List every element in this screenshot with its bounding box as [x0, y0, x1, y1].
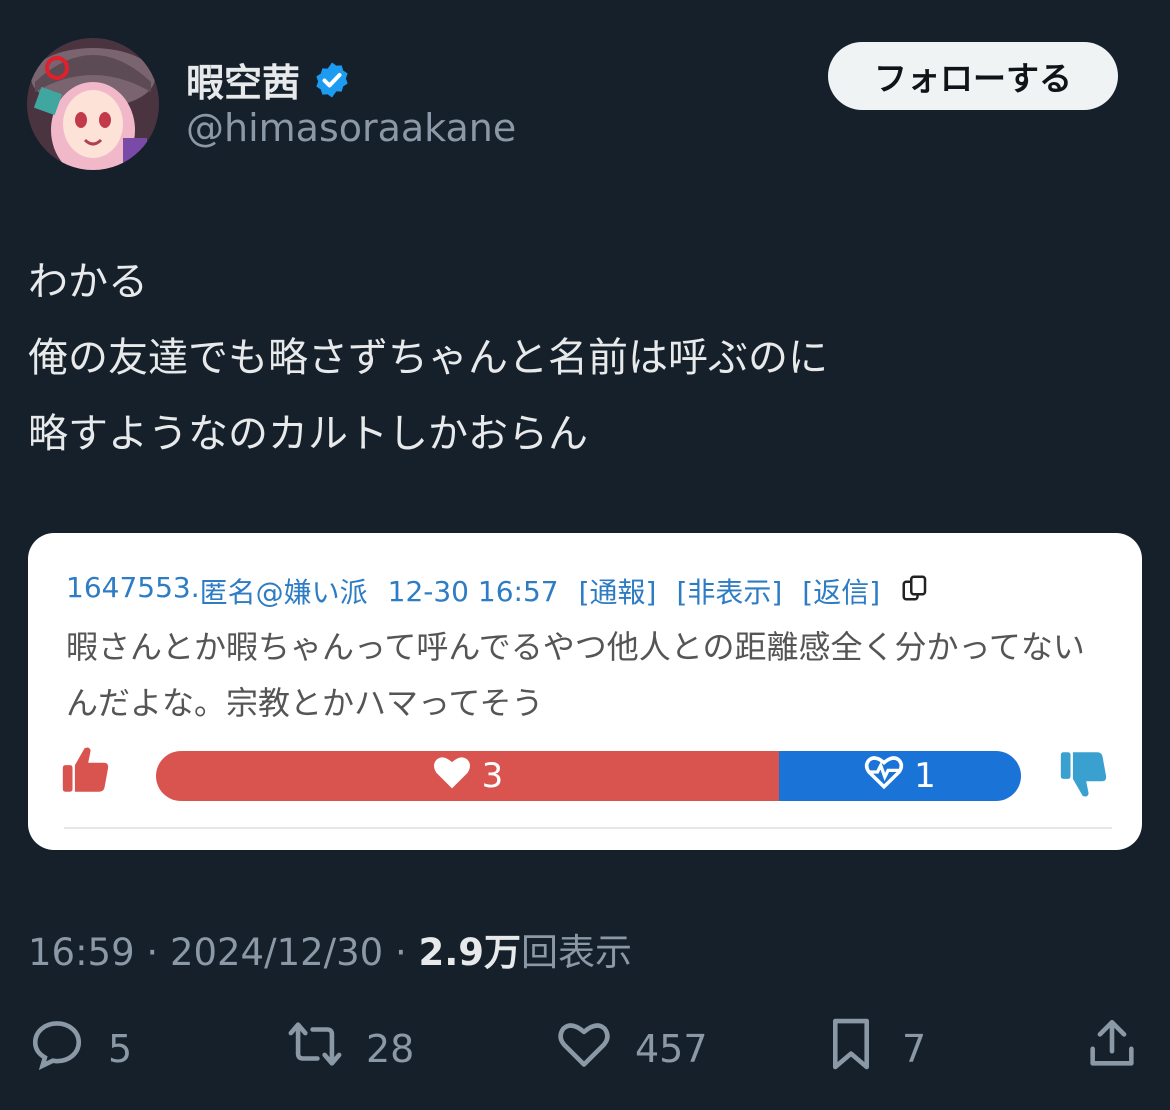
hide-link: [非表示]	[676, 576, 783, 609]
bad-count: 1	[914, 756, 936, 796]
report-link: [通報]	[578, 576, 657, 609]
card-divider	[64, 827, 1112, 829]
good-count: 3	[481, 756, 504, 796]
attached-image-card[interactable]: 1647553. 匿名@嫌い派 12-30 16:57 [通報] [非表示] […	[28, 533, 1142, 850]
bad-votes-segment: 1	[778, 751, 1021, 801]
card-header: 1647553. 匿名@嫌い派 12-30 16:57 [通報] [非表示] […	[66, 571, 930, 611]
view-count-label: 回表示	[521, 931, 633, 974]
meta-separator: ·	[146, 931, 159, 974]
tweet-line: 俺の友達でも略さずちゃんと名前は呼ぶのに	[28, 335, 828, 381]
bookmark-count: 7	[902, 1026, 927, 1071]
share-icon	[1083, 1015, 1141, 1082]
bookmark-button[interactable]: 7	[822, 1015, 926, 1082]
reply-count: 5	[108, 1026, 133, 1071]
verified-badge-icon	[312, 60, 352, 100]
vote-bar: 3 1	[156, 751, 1021, 801]
good-votes-segment: 3	[156, 751, 779, 801]
post-author: 匿名@嫌い派	[199, 576, 368, 609]
tweet-date[interactable]: 2024/12/30	[170, 931, 383, 974]
reply-link: [返信]	[802, 576, 881, 609]
author-name-row[interactable]: 暇空茜	[186, 52, 352, 107]
avatar[interactable]	[27, 38, 159, 170]
author-display-name[interactable]: 暇空茜	[186, 52, 300, 107]
copy-icon	[900, 573, 930, 610]
heart-icon	[432, 754, 472, 799]
tweet-meta: 16:59 · 2024/12/30 · 2.9万回表示	[28, 922, 632, 976]
share-button[interactable]	[1083, 1015, 1141, 1082]
heartbeat-icon	[864, 754, 904, 799]
like-count: 457	[635, 1026, 708, 1071]
view-count-unit: 万	[484, 931, 522, 974]
view-count-number: 2.9	[418, 931, 485, 974]
bookmark-icon	[822, 1015, 880, 1082]
post-timestamp: 12-30 16:57	[387, 574, 559, 608]
view-count[interactable]: 2.9万回表示	[419, 931, 633, 974]
post-number: 1647553.	[66, 571, 200, 604]
reply-button[interactable]: 5	[28, 1015, 132, 1082]
tweet-line: わかる	[28, 259, 148, 305]
post-body: 暇さんとか暇ちゃんって呼んでるやつ他人との距離感全く分かってないんだよな。宗教と…	[66, 628, 1085, 722]
tweet-line: 略すようなのカルトしかおらん	[28, 411, 588, 457]
retweet-button[interactable]: 28	[286, 1015, 414, 1082]
tweet-text: わかる 俺の友達でも略さずちゃんと名前は呼ぶのに 略すようなのカルトしかおらん	[28, 244, 828, 472]
reply-icon	[28, 1015, 86, 1082]
thumbs-up-icon	[58, 741, 116, 799]
retweet-count: 28	[366, 1026, 415, 1071]
tweet-time[interactable]: 16:59	[28, 931, 135, 974]
action-bar: 5 28 457 7	[0, 1015, 1170, 1085]
thumbs-down-icon	[1056, 745, 1114, 803]
like-button[interactable]: 457	[555, 1015, 708, 1082]
follow-button[interactable]: フォローする	[828, 42, 1118, 110]
retweet-icon	[286, 1015, 344, 1082]
meta-separator: ·	[394, 931, 407, 974]
author-handle[interactable]: @himasoraakane	[186, 106, 516, 150]
heart-outline-icon	[555, 1015, 613, 1082]
